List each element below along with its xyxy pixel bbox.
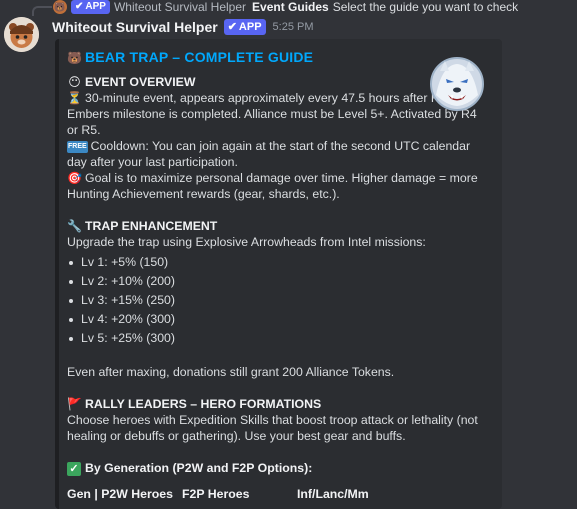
reply-text[interactable]: Select the guide you want to check [333,0,518,14]
reply-command[interactable]: Event Guides [252,0,329,14]
trap-intro: Upgrade the trap using Explosive Arrowhe… [67,235,426,249]
embed-title: 🐻 BEAR TRAP – COMPLETE GUIDE [67,49,490,65]
trap-heading: 🔧 TRAP ENHANCEMENT [67,218,490,234]
overview-line-1-text: 30-minute event, appears approximately e… [67,91,477,137]
overview-line-2-text: Cooldown: You can join again at the star… [67,139,471,169]
target-icon: 🎯 [67,171,82,185]
overview-line-3: 🎯 Goal is to maximize personal damage ove… [67,170,490,202]
generation-table-header: Gen | P2W Heroes F2P Heroes Inf/Lanc/Mm [67,486,490,502]
username[interactable]: Whiteout Survival Helper [52,19,218,35]
check-icon: ✓ [67,461,81,476]
overview-heading: 😶 EVENT OVERVIEW [67,74,490,90]
bear-icon: 🐻 [67,51,83,65]
overview-line-1: ⏳ 30-minute event, appears approximately … [67,90,490,138]
rally-heading: 🚩 RALLY LEADERS – HERO FORMATIONS [67,396,490,412]
generation-heading: ✓ By Generation (P2W and F2P Options): [67,460,490,476]
list-item: Lv 2: +10% (200) [67,272,490,291]
rally-heading-text: RALLY LEADERS – HERO FORMATIONS [85,397,322,411]
face-icon: 😶 [68,75,81,89]
trap-after-text: Even after maxing, donations still grant… [67,365,395,379]
generation-heading-text: By Generation (P2W and F2P Options): [85,461,313,475]
reply-connector [32,6,52,16]
overview-line-3-text: Goal is to maximize personal damage over… [67,171,478,201]
app-badge: ✔ APP [223,19,266,35]
list-item: Lv 4: +20% (300) [67,310,490,329]
reply-username[interactable]: Whiteout Survival Helper [114,0,246,14]
wrench-icon: 🔧 [67,219,82,233]
trap-heading-text: TRAP ENHANCEMENT [85,219,218,233]
embed-description: 😶 EVENT OVERVIEW ⏳ 30-minute event, appear… [67,74,490,502]
flag-icon: 🚩 [67,397,82,411]
hourglass-icon: ⏳ [67,91,82,105]
column-header: Gen | P2W Heroes [67,487,173,501]
overview-line-2: FREE Cooldown: You can join again at the … [67,138,490,170]
column-header: F2P Heroes [182,487,250,501]
avatar[interactable] [4,17,39,52]
timestamp[interactable]: 5:25 PM [273,21,314,33]
overview-heading-text: EVENT OVERVIEW [85,75,196,89]
app-badge-label: APP [238,21,262,33]
column-header: Inf/Lanc/Mm [297,487,369,501]
list-item: Lv 3: +15% (250) [67,291,490,310]
polar-bear-icon [430,57,484,111]
reply-reference[interactable]: 🐻 ✔ APP Whiteout Survival Helper Event G… [53,0,518,14]
reply-app-badge: ✔ APP [71,0,110,14]
embed-thumbnail[interactable] [428,55,486,113]
reply-app-badge-label: APP [85,1,106,12]
list-item: Lv 5: +25% (300) [67,329,490,348]
message-header: Whiteout Survival Helper ✔ APP 5:25 PM [52,18,314,36]
embed-title-text: BEAR TRAP – COMPLETE GUIDE [85,49,314,65]
list-item: Lv 1: +5% (150) [67,253,490,272]
free-icon: FREE [67,140,88,153]
reply-avatar[interactable]: 🐻 [53,0,67,14]
trap-levels-list: Lv 1: +5% (150) Lv 2: +10% (200) Lv 3: +… [67,253,490,348]
rally-text: Choose heroes with Expedition Skills tha… [67,413,478,443]
embed: 🐻 BEAR TRAP – COMPLETE GUIDE 😶 EVENT OVERV… [55,39,502,509]
avatar-image [4,17,39,52]
